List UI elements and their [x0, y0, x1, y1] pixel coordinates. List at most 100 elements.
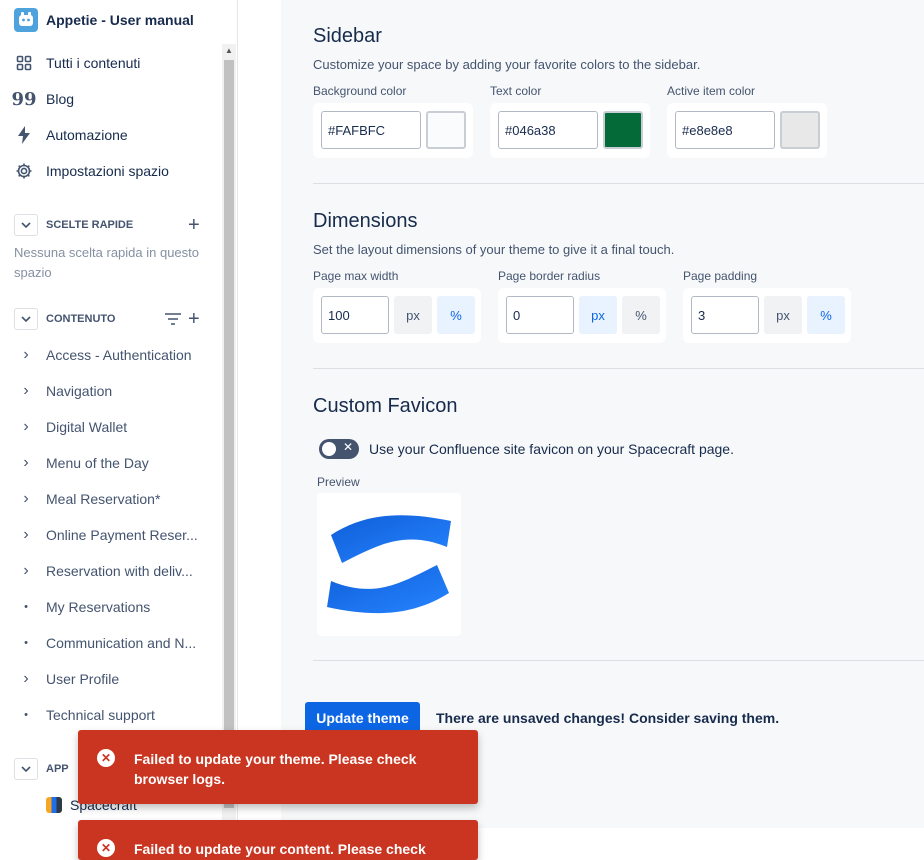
preview-label: Preview: [317, 475, 360, 489]
tree-item-label: Access - Authentication: [46, 347, 192, 363]
chevron-right-icon[interactable]: ›: [20, 454, 32, 472]
nav-item-all-content[interactable]: Tutti i contenuti: [14, 51, 140, 75]
text-color-input[interactable]: #046a38: [498, 111, 598, 149]
page-border-radius-input[interactable]: 0: [506, 296, 574, 334]
close-icon: ✕: [342, 440, 353, 454]
tree-item[interactable]: › Menu of the Day: [20, 452, 149, 474]
unit-px-button[interactable]: px: [394, 296, 432, 334]
tree-item[interactable]: • Technical support: [20, 704, 155, 726]
text-color-card: #046a38: [490, 103, 650, 158]
chevron-right-icon[interactable]: ›: [20, 562, 32, 580]
tree-item[interactable]: › Navigation: [20, 380, 112, 402]
apps-title: APP: [46, 763, 69, 775]
custom-favicon-title: Custom Favicon: [313, 395, 458, 417]
content-title: CONTENUTO: [46, 313, 116, 325]
page-max-width-label: Page max width: [313, 269, 399, 283]
nav-item-label: Impostazioni spazio: [46, 163, 169, 179]
chevron-right-icon[interactable]: ›: [20, 418, 32, 436]
section-divider: [313, 183, 924, 184]
tree-item[interactable]: › User Profile: [20, 668, 119, 690]
add-content-icon[interactable]: +: [188, 309, 200, 329]
unit-percent-button[interactable]: %: [807, 296, 845, 334]
add-quick-link-icon[interactable]: +: [188, 215, 200, 235]
gear-icon: [14, 161, 34, 181]
section-divider: [313, 660, 924, 661]
unit-px-button[interactable]: px: [579, 296, 617, 334]
tree-item-label: Technical support: [46, 707, 155, 723]
dimensions-description: Set the layout dimensions of your theme …: [313, 242, 675, 257]
tree-item[interactable]: › Online Payment Reser...: [20, 524, 198, 546]
active-item-color-label: Active item color: [667, 84, 756, 98]
tree-item-label: Online Payment Reser...: [46, 527, 198, 543]
unit-percent-button[interactable]: %: [622, 296, 660, 334]
tree-item[interactable]: › Reservation with deliv...: [20, 560, 193, 582]
page-max-width-input[interactable]: 100: [321, 296, 389, 334]
background-color-card: #FAFBFC: [313, 103, 473, 158]
scroll-thumb[interactable]: [224, 60, 234, 808]
text-color-swatch[interactable]: [603, 111, 643, 149]
page-padding-input[interactable]: 3: [691, 296, 759, 334]
space-header[interactable]: Appetie - User manual: [14, 8, 194, 32]
tree-item-label: Reservation with deliv...: [46, 563, 193, 579]
filter-icon[interactable]: [164, 311, 182, 332]
tree-item-label: My Reservations: [46, 599, 151, 615]
unit-percent-button[interactable]: %: [437, 296, 475, 334]
nav-item-blog[interactable]: 99 Blog: [11, 87, 74, 111]
sidebar: Appetie - User manual Tutti i contenuti …: [0, 0, 238, 851]
unit-px-button[interactable]: px: [764, 296, 802, 334]
chevron-right-icon[interactable]: ›: [20, 382, 32, 400]
tree-item[interactable]: › Meal Reservation*: [20, 488, 160, 510]
scroll-up-icon[interactable]: ▲: [222, 44, 236, 58]
tree-item-label: Meal Reservation*: [46, 491, 161, 507]
chevron-right-icon[interactable]: ›: [20, 670, 32, 688]
tree-item[interactable]: • My Reservations: [20, 596, 150, 618]
quick-links-title: SCELTE RAPIDE: [46, 219, 134, 231]
theme-settings-panel: Sidebar Customize your space by adding y…: [281, 0, 924, 851]
confluence-logo-icon: [327, 515, 451, 614]
background-color-swatch[interactable]: [426, 111, 466, 149]
error-icon: ✕: [97, 839, 115, 857]
quick-links-header: SCELTE RAPIDE: [14, 214, 133, 236]
spacecraft-icon: [46, 797, 62, 813]
background-color-input[interactable]: #FAFBFC: [321, 111, 421, 149]
quote-icon: 99: [11, 88, 37, 110]
error-toast[interactable]: ✕ Failed to update your content. Please …: [78, 820, 478, 860]
chevron-down-icon[interactable]: [14, 758, 38, 780]
nav-item-automation[interactable]: Automazione: [14, 123, 128, 147]
tree-item[interactable]: › Access - Authentication: [20, 344, 192, 366]
error-toast-message: Failed to update your content. Please ch…: [134, 841, 426, 857]
favicon-toggle[interactable]: ✕: [319, 439, 359, 459]
active-item-color-input[interactable]: #e8e8e8: [675, 111, 775, 149]
tree-item-label: User Profile: [46, 671, 120, 687]
nav-item-label: Tutti i contenuti: [46, 55, 141, 71]
active-item-color-swatch[interactable]: [780, 111, 820, 149]
favicon-toggle-label: Use your Confluence site favicon on your…: [369, 441, 734, 457]
page-max-width-card: 100 px %: [313, 288, 481, 343]
nav-item-label: Automazione: [46, 127, 128, 143]
error-icon: ✕: [97, 749, 115, 767]
section-divider: [313, 368, 924, 369]
error-toast[interactable]: ✕ Failed to update your theme. Please ch…: [78, 730, 478, 804]
chevron-down-icon[interactable]: [14, 214, 38, 236]
tree-item[interactable]: • Communication and N...: [20, 632, 196, 654]
page-border-radius-card: 0 px %: [498, 288, 666, 343]
tree-item-label: Navigation: [46, 383, 113, 399]
grid-icon: [14, 53, 34, 73]
tree-item[interactable]: › Digital Wallet: [20, 416, 127, 438]
page-padding-card: 3 px %: [683, 288, 851, 343]
bullet-icon: •: [24, 637, 28, 649]
chevron-down-icon[interactable]: [14, 308, 38, 330]
chevron-right-icon[interactable]: ›: [20, 490, 32, 508]
dimensions-title: Dimensions: [313, 210, 418, 232]
chevron-right-icon[interactable]: ›: [20, 526, 32, 544]
error-toast-message: Failed to update your theme. Please chec…: [134, 751, 417, 787]
tree-item-label: Digital Wallet: [46, 419, 128, 435]
chevron-right-icon[interactable]: ›: [20, 346, 32, 364]
page-border-radius-label: Page border radius: [498, 269, 601, 283]
sidebar-scrollbar[interactable]: ▲: [222, 44, 236, 820]
lightning-icon: [14, 125, 34, 145]
tree-item-label: Menu of the Day: [46, 455, 149, 471]
nav-item-space-settings[interactable]: Impostazioni spazio: [14, 159, 169, 183]
quick-links-empty: Nessuna scelta rapida in questo spazio: [14, 245, 200, 280]
unsaved-changes-message: There are unsaved changes! Consider savi…: [436, 710, 780, 726]
